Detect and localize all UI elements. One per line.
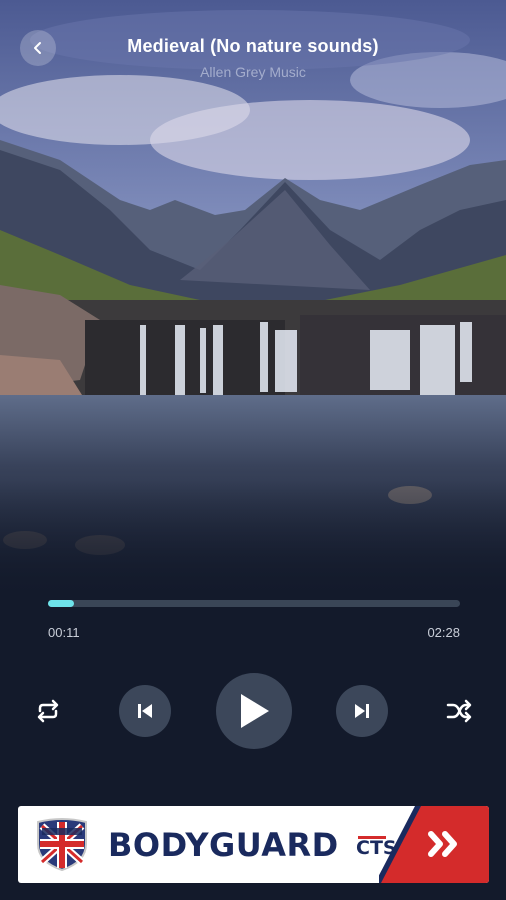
union-jack-shield-icon — [37, 818, 87, 872]
elapsed-time: 00:11 — [48, 625, 80, 640]
total-time: 02:28 — [427, 625, 460, 640]
shuffle-button[interactable] — [441, 693, 477, 729]
skip-previous-icon — [138, 704, 152, 718]
skip-next-icon — [355, 704, 369, 718]
repeat-icon — [37, 699, 59, 723]
track-title: Medieval (No nature sounds) — [127, 36, 379, 56]
seek-bar[interactable] — [48, 600, 460, 607]
seek-bar-progress — [48, 600, 74, 607]
repeat-button[interactable] — [30, 693, 66, 729]
now-playing-header: Medieval (No nature sounds) Allen Grey M… — [0, 0, 506, 100]
shuffle-icon — [446, 699, 472, 723]
next-track-button[interactable] — [336, 685, 388, 737]
play-button[interactable] — [216, 673, 292, 749]
previous-track-button[interactable] — [119, 685, 171, 737]
play-icon — [241, 694, 269, 728]
ad-banner[interactable]: BODYGUARD CTS — [18, 806, 489, 883]
ad-cta-button[interactable] — [379, 806, 489, 883]
ad-brand-name: BODYGUARD — [108, 826, 339, 864]
track-artist: Allen Grey Music — [200, 64, 306, 80]
